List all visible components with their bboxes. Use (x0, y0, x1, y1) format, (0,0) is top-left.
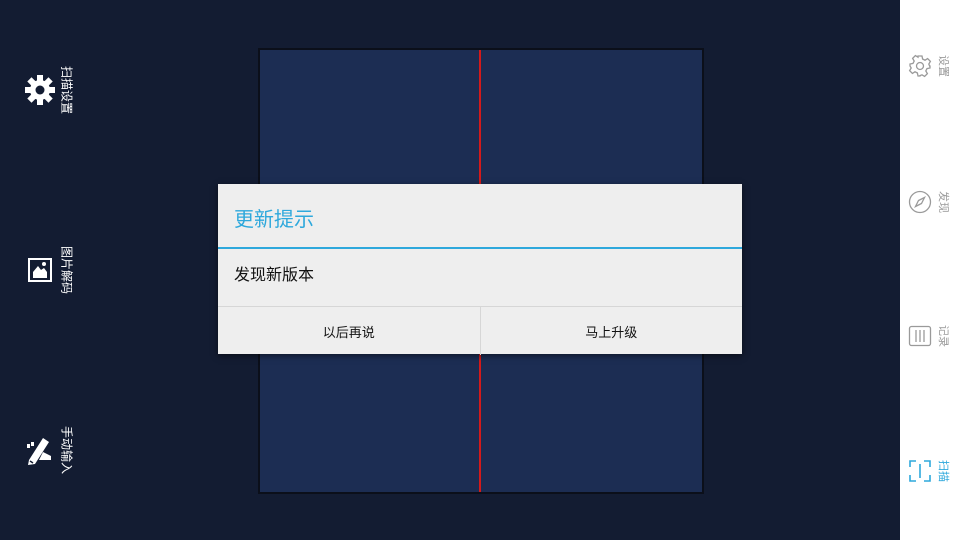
dialog-overlay: 更新提示 发现新版本 以后再说 马上升级 (0, 0, 960, 540)
upgrade-now-button[interactable]: 马上升级 (479, 307, 743, 355)
dialog-message: 发现新版本 (234, 265, 315, 284)
dialog-title-divider (218, 247, 742, 249)
dialog-title: 更新提示 (234, 207, 314, 231)
dialog-button-bar: 以后再说 马上升级 (218, 306, 742, 355)
later-button[interactable]: 以后再说 (218, 307, 480, 355)
update-dialog: 更新提示 发现新版本 以后再说 马上升级 (218, 184, 742, 355)
